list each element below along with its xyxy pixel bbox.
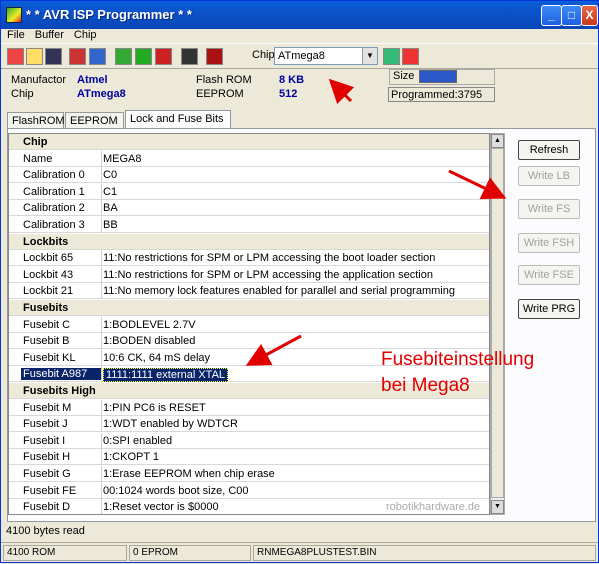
arrow-to-chip [328,78,355,105]
main-window: * * AVR ISP Programmer * * _ □ X File Bu… [0,0,599,563]
status-message: 4100 bytes read [6,525,85,537]
status-rom: 4100 ROM [3,545,127,561]
annotation-arrows [245,78,507,366]
status-eprom: 0 EPROM [129,545,251,561]
arrow-to-write-fs [448,169,507,200]
arrow-to-fusebit [245,334,302,366]
status-filename: RNMEGA8PLUSTEST.BIN [253,545,596,561]
status-bar: 4100 ROM 0 EPROM RNMEGA8PLUSTEST.BIN [1,542,598,562]
